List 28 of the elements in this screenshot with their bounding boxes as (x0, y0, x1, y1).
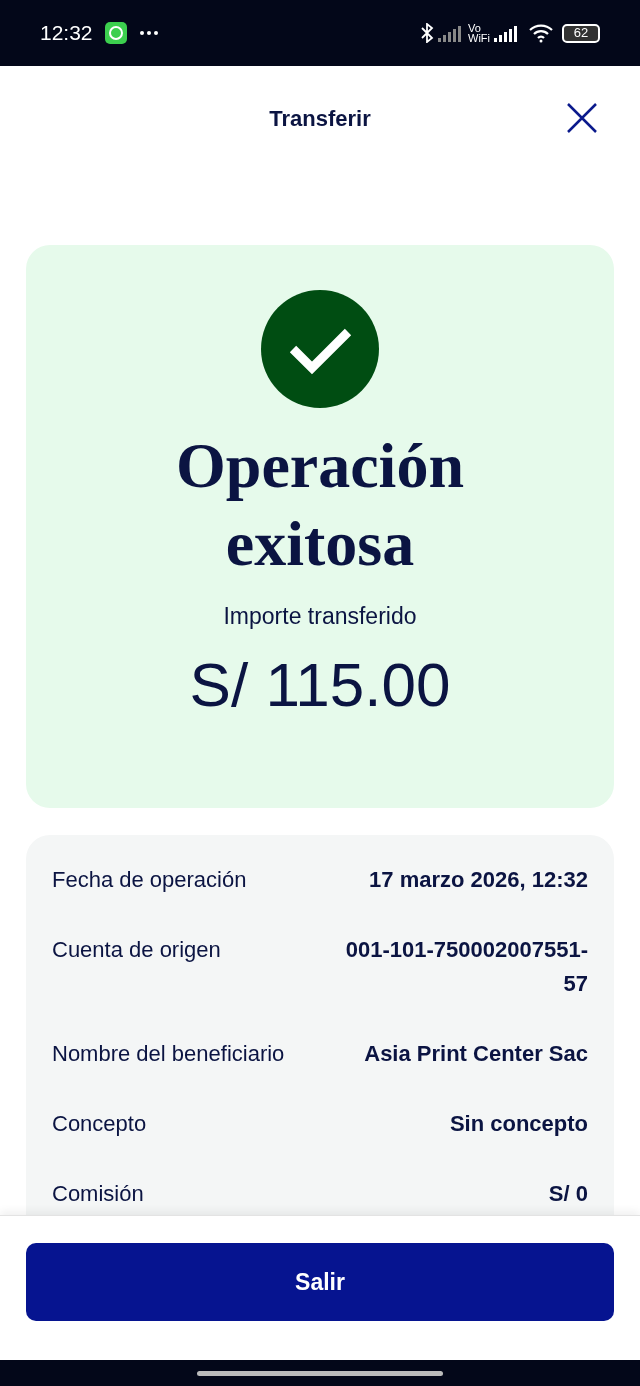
detail-label: Concepto (52, 1110, 147, 1138)
detail-label: Comisión (52, 1180, 144, 1208)
wifi-icon (528, 23, 554, 43)
battery-indicator: 62 (562, 23, 600, 43)
exit-button[interactable]: Salir (26, 1243, 614, 1321)
success-title: Operación exitosa (175, 429, 465, 581)
detail-label: Fecha de operación (52, 866, 247, 894)
detail-label: Nombre del beneficiario (52, 1040, 285, 1068)
detail-value: Sin concepto (449, 1110, 588, 1138)
more-icon (138, 30, 159, 36)
check-icon (260, 289, 380, 409)
close-icon[interactable] (566, 102, 598, 134)
vowifi-label: WiFi (468, 33, 490, 43)
signal-icon (494, 24, 520, 42)
bluetooth-icon (420, 23, 434, 43)
detail-value: Asia Print Center Sac (364, 1040, 588, 1068)
status-time: 12:32 (40, 20, 93, 47)
chat-app-icon (104, 22, 127, 44)
amount-value: S/ 115.00 (189, 648, 451, 721)
detail-value: 001-101-750002007551-57 (344, 936, 588, 998)
signal-icon (438, 24, 464, 42)
detail-value: 17 marzo 2026, 12:32 (369, 866, 588, 894)
detail-value: S/ 0 (548, 1180, 588, 1208)
amount-label: Importe transferido (223, 602, 417, 631)
vowifi-label: Vo (468, 23, 482, 33)
screen-title: Transferir (269, 104, 371, 133)
home-indicator[interactable] (197, 1370, 443, 1376)
detail-label: Cuenta de origen (52, 936, 221, 964)
